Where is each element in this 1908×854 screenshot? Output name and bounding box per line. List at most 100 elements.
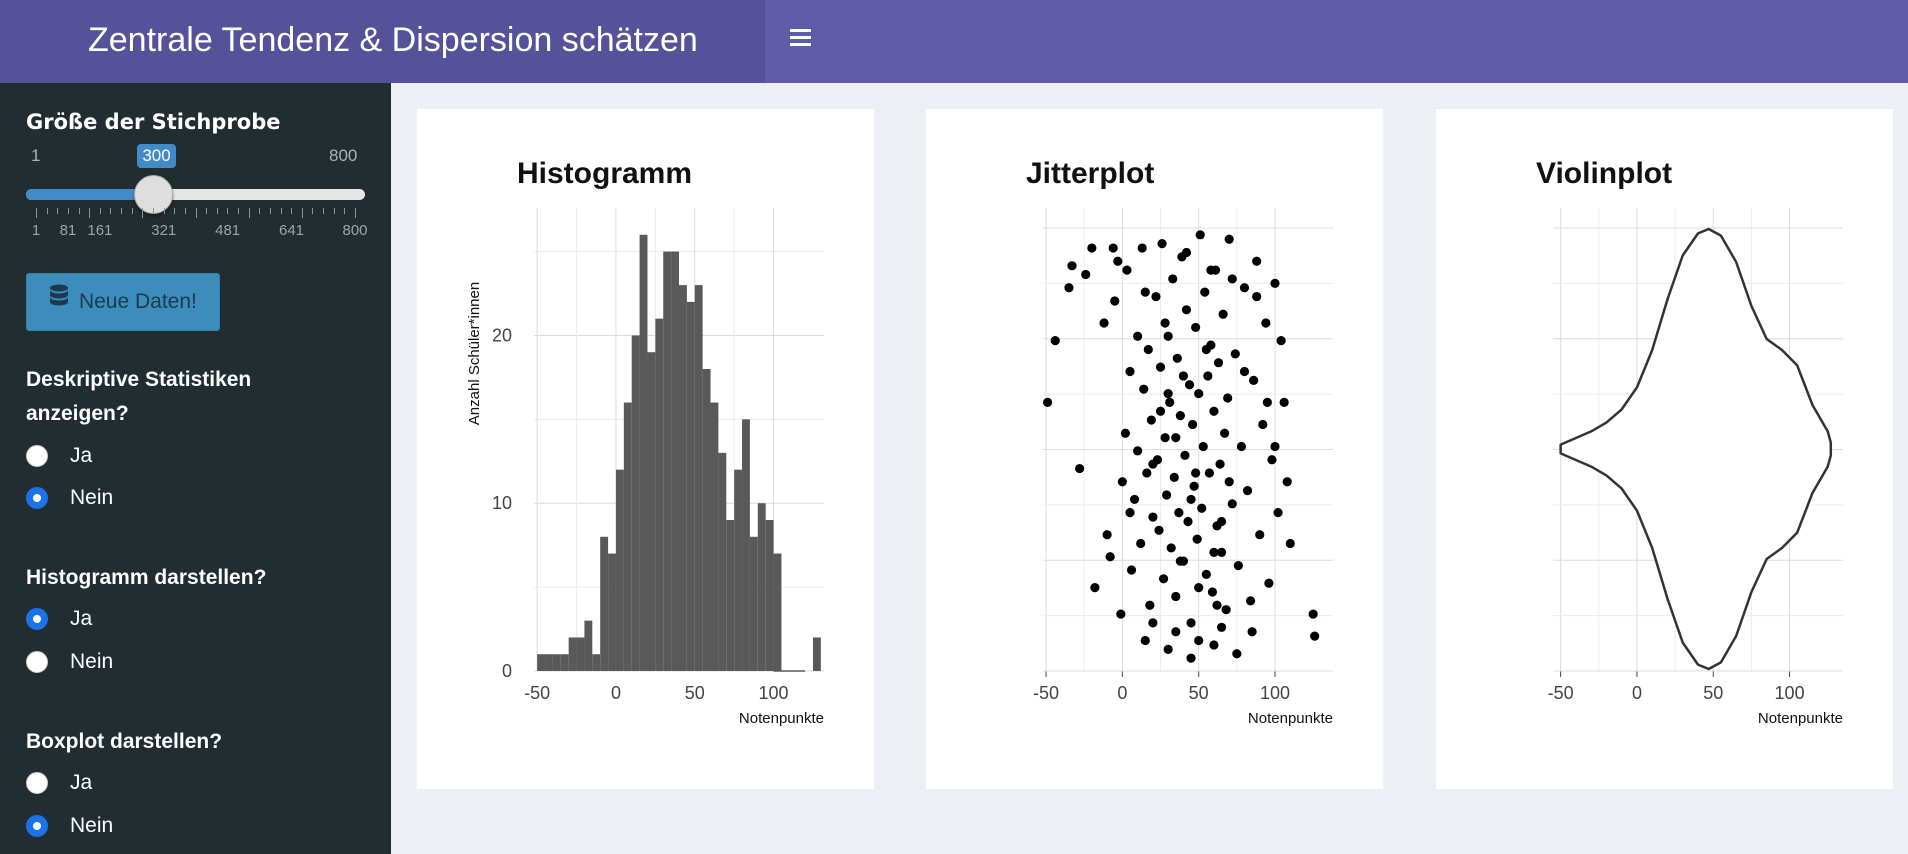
jitter-point — [1158, 574, 1169, 584]
jitter-point — [1143, 344, 1153, 355]
radio-button[interactable] — [26, 772, 48, 794]
app-header: Zentrale Tendenz & Dispersion schätzen — [0, 0, 1908, 83]
jitter-point — [1181, 305, 1192, 315]
radio-label-ja: Ja — [70, 444, 93, 467]
jitter-point — [1194, 388, 1204, 399]
jitter-point — [1154, 525, 1164, 535]
jitter-point — [1215, 459, 1225, 469]
jitter-point — [1113, 256, 1123, 266]
jitter-point — [1120, 428, 1131, 438]
jitter-point — [1160, 318, 1170, 328]
y-axis-title: Anzahl Schüler*innen — [466, 282, 483, 425]
histogram-bar — [639, 234, 648, 671]
radio-button[interactable] — [26, 815, 48, 837]
jitter-point — [1042, 397, 1053, 407]
jitter-point — [1310, 631, 1320, 641]
jitter-point — [1255, 530, 1265, 540]
histogram-bar — [592, 654, 601, 671]
radio-button[interactable] — [26, 487, 48, 509]
jitter-point — [1183, 516, 1193, 527]
jitter-point — [1200, 287, 1210, 297]
histogram-radio-ja[interactable]: Ja — [26, 604, 92, 634]
jitter-point — [1285, 538, 1295, 549]
jitter-point — [1216, 622, 1227, 632]
x-tick-label: 0 — [611, 683, 621, 703]
jitter-point — [1239, 366, 1250, 377]
slider-minor-tick — [89, 208, 91, 218]
jitter-point — [1155, 406, 1166, 416]
slider-tick-label: 1 — [31, 222, 41, 239]
boxplot-radio-ja[interactable]: Ja — [26, 768, 92, 798]
jitter-point — [1146, 415, 1156, 425]
jitter-point — [1081, 269, 1091, 280]
jitter-point — [1282, 477, 1292, 487]
new-data-button[interactable]: Neue Daten! — [26, 273, 220, 331]
jitter-point — [1273, 508, 1283, 518]
jitter-point — [1209, 640, 1219, 650]
jitter-point — [1162, 490, 1172, 500]
boxplot-radio-nein[interactable]: Nein — [26, 811, 113, 841]
slider-minor-tick — [259, 208, 261, 214]
slider-track[interactable] — [26, 189, 365, 200]
jitter-point — [1197, 503, 1207, 513]
histogram-chart: Histogramm 0 10 20 -50 0 50 100 Notenpunkte Anzah… — [466, 157, 824, 727]
histogram-bar — [623, 402, 632, 671]
jitter-point — [1224, 234, 1234, 244]
hamburger-menu-icon[interactable] — [786, 25, 816, 55]
jitter-point — [1110, 296, 1120, 306]
x-tick-label: 50 — [685, 683, 705, 703]
jitter-point — [1125, 508, 1135, 518]
jitter-point — [1117, 477, 1127, 487]
x-tick-label: -50 — [1033, 683, 1059, 703]
jitter-point — [1171, 591, 1181, 602]
database-icon — [49, 274, 69, 330]
histogram-bar — [702, 369, 711, 671]
radio-label-ja: Ja — [70, 607, 93, 630]
radio-button[interactable] — [26, 608, 48, 630]
histogram-bar — [812, 637, 821, 671]
x-tick-label: 50 — [1189, 683, 1209, 703]
slider-minor-tick — [174, 208, 176, 214]
histogram-bar — [552, 654, 561, 671]
slider-minor-tick — [99, 208, 101, 214]
histogram-bar — [734, 469, 743, 671]
descriptive-radio-nein[interactable]: Nein — [26, 483, 113, 513]
jitter-point — [1242, 486, 1253, 496]
x-tick-label: 100 — [1775, 683, 1805, 703]
histogram-radio-nein[interactable]: Nein — [26, 647, 113, 677]
jitter-point — [1247, 627, 1257, 637]
y-tick-label: 20 — [492, 325, 512, 345]
x-axis-title: Notenpunkte — [1248, 710, 1333, 727]
radio-button[interactable] — [26, 651, 48, 673]
histogram-bar — [647, 352, 656, 671]
slider-tick-label: 321 — [151, 222, 177, 239]
jitter-point — [1087, 243, 1097, 253]
descriptive-label-line2: anzeigen? — [26, 402, 129, 425]
jitter-point — [1133, 446, 1143, 456]
histogram-bar — [584, 620, 593, 671]
jitter-point — [1195, 230, 1205, 240]
slider-minor-tick — [36, 208, 37, 218]
radio-button[interactable] — [26, 445, 48, 467]
slider-minor-tick — [78, 208, 80, 214]
jitter-point — [1262, 397, 1272, 407]
jitter-point — [1230, 349, 1240, 359]
histogram-bar — [655, 318, 664, 671]
jitter-point — [1249, 375, 1259, 385]
jitter-point — [1099, 318, 1109, 328]
jitter-point — [1204, 468, 1214, 478]
jitter-point — [1308, 609, 1318, 619]
slider-minor-tick — [131, 208, 133, 214]
jitter-point — [1270, 441, 1280, 452]
histogram-bar — [568, 637, 577, 671]
jitter-point — [1209, 406, 1219, 416]
jitter-point — [1140, 287, 1150, 297]
descriptive-radio-ja[interactable]: Ja — [26, 441, 92, 471]
app-title: Zentrale Tendenz & Dispersion schätzen — [0, 0, 765, 83]
jitter-point — [1209, 547, 1219, 557]
histogram-bar — [749, 536, 758, 671]
histogram-bar — [686, 301, 695, 671]
slider-tick-label: 800 — [342, 222, 368, 239]
jitter-point — [1145, 600, 1155, 610]
jitter-point — [1126, 565, 1137, 575]
